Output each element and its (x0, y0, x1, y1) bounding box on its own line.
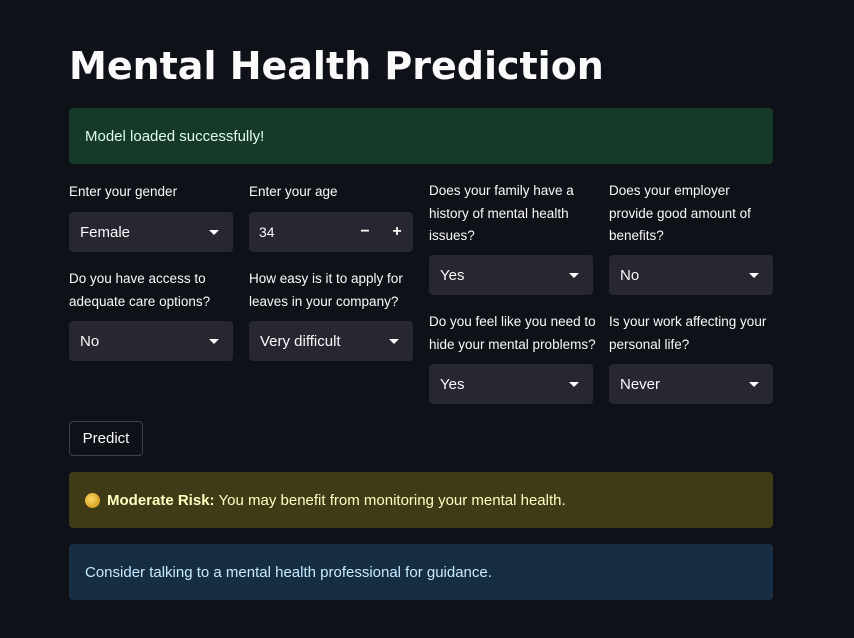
chevron-down-icon (569, 272, 579, 278)
benefits-select[interactable]: No (609, 255, 773, 295)
app-page: Mental Health Prediction Model loaded su… (0, 0, 854, 638)
chevron-down-icon (389, 338, 399, 344)
age-value[interactable]: 34 (249, 224, 349, 240)
chevron-down-icon (749, 272, 759, 278)
success-message: Model loaded successfully! (85, 127, 265, 145)
care-options-select[interactable]: No (69, 321, 233, 361)
increment-button[interactable]: + (381, 212, 413, 252)
yellow-circle-icon (85, 492, 100, 508)
hide-problems-label: Do you feel like you need to hide your m… (429, 314, 596, 352)
benefits-value: No (620, 266, 640, 284)
risk-message: You may benefit from monitoring your men… (218, 491, 566, 509)
decrement-button[interactable]: − (349, 212, 381, 252)
chevron-down-icon (569, 381, 579, 387)
family-history-value: Yes (440, 266, 465, 284)
gender-select[interactable]: Female (69, 212, 233, 252)
family-history-label: Does your family have a history of menta… (429, 183, 574, 243)
leave-label: How easy is it to apply for leaves in yo… (249, 271, 403, 309)
work-interfere-value: Never (620, 375, 661, 393)
family-history-select[interactable]: Yes (429, 255, 593, 295)
chevron-down-icon (209, 338, 219, 344)
hide-problems-value: Yes (440, 375, 465, 393)
risk-alert: Moderate Risk: You may benefit from moni… (69, 472, 773, 528)
success-alert: Model loaded successfully! (69, 108, 773, 164)
predict-button[interactable]: Predict (69, 421, 143, 456)
leave-value: Very difficult (260, 332, 341, 350)
age-number-input[interactable]: 34 − + (249, 212, 413, 252)
risk-level: Moderate Risk: (107, 491, 215, 509)
chevron-down-icon (209, 229, 219, 235)
gender-label: Enter your gender (69, 184, 178, 199)
age-label: Enter your age (249, 184, 338, 199)
care-options-value: No (80, 332, 100, 350)
leave-select[interactable]: Very difficult (249, 321, 413, 361)
gender-value: Female (80, 223, 131, 241)
work-interfere-label: Is your work affecting your personal lif… (609, 314, 767, 352)
care-options-label: Do you have access to adequate care opti… (69, 271, 211, 309)
hide-problems-select[interactable]: Yes (429, 364, 593, 404)
work-interfere-select[interactable]: Never (609, 364, 773, 404)
benefits-label: Does your employer provide good amount o… (609, 183, 751, 243)
advice-message: Consider talking to a mental health prof… (85, 563, 492, 581)
advice-alert: Consider talking to a mental health prof… (69, 544, 773, 600)
chevron-down-icon (749, 381, 759, 387)
page-title: Mental Health Prediction (69, 44, 604, 88)
